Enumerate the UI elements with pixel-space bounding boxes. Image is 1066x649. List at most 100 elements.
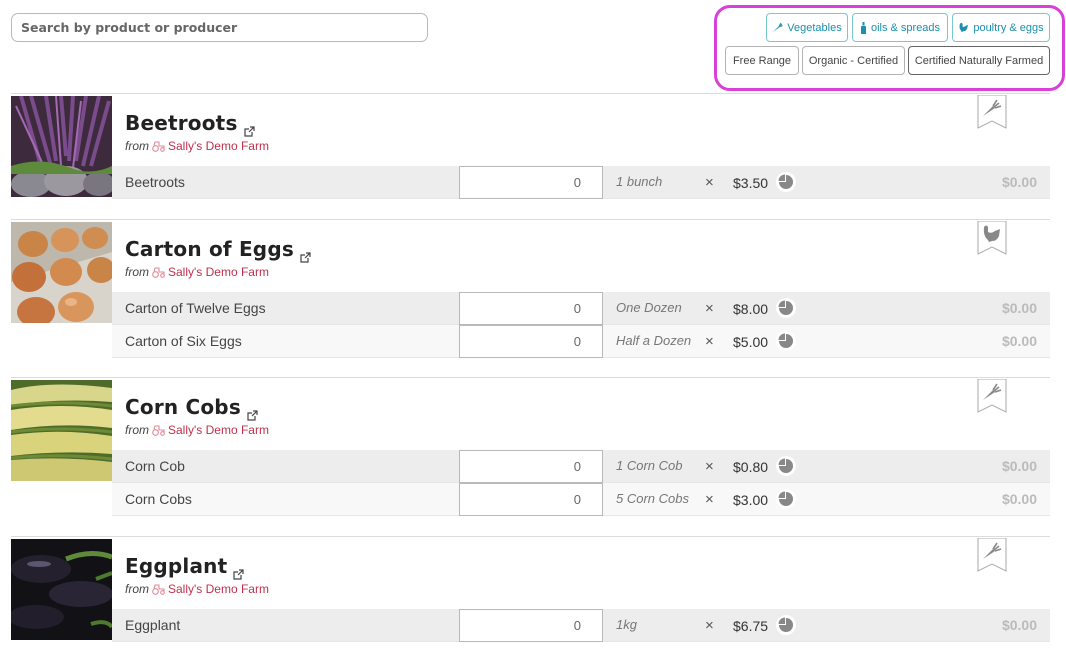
times-symbol: × (705, 333, 714, 350)
product-title[interactable]: Carton of Eggs (125, 237, 311, 263)
price-breakdown-icon[interactable] (776, 615, 796, 635)
product-beetroots: Beetroots from Sally's Demo Farm Beetroo… (11, 93, 1050, 200)
filter-certified-naturally-farmed-button[interactable]: Certified Naturally Farmed (908, 46, 1050, 75)
quantity-input[interactable] (459, 483, 603, 516)
times-symbol: × (705, 491, 714, 508)
external-link-icon[interactable] (300, 244, 311, 263)
variant-row: Carton of Six Eggs Half a Dozen × $5.00 … (112, 325, 1050, 358)
variant-name: Beetroots (125, 174, 185, 190)
product-producer-line: from Sally's Demo Farm (125, 265, 269, 279)
filter-free-range-button[interactable]: Free Range (725, 46, 799, 75)
price-breakdown-icon[interactable] (776, 331, 796, 351)
filter-vegetables-button[interactable]: Vegetables (766, 13, 848, 42)
product-producer-line: from Sally's Demo Farm (125, 139, 269, 153)
external-link-icon[interactable] (243, 118, 255, 137)
line-total: $0.00 (1001, 491, 1037, 507)
price-breakdown-icon[interactable] (776, 456, 796, 476)
producer-link[interactable]: Sally's Demo Farm (168, 265, 269, 279)
quantity-input[interactable] (459, 450, 603, 483)
product-title[interactable]: Beetroots (125, 111, 255, 137)
carrot-icon (977, 378, 1007, 413)
product-name: Eggplant (125, 554, 228, 578)
price-breakdown-icon[interactable] (776, 489, 796, 509)
times-symbol: × (705, 458, 714, 475)
filter-oils-spreads-button[interactable]: oils & spreads (852, 13, 948, 42)
unit-label: 1kg (616, 617, 637, 632)
filter-oils-spreads-label: oils & spreads (870, 21, 941, 34)
from-label: from (125, 139, 149, 153)
product-name: Corn Cobs (125, 395, 241, 419)
carrot-icon (977, 94, 1007, 129)
product-image-beetroots[interactable] (11, 96, 112, 197)
variant-name: Corn Cobs (125, 491, 192, 507)
price-breakdown-icon[interactable] (776, 172, 796, 192)
bottle-icon (860, 21, 867, 34)
product-image-eggplant[interactable] (11, 539, 112, 640)
filter-free-range-label: Free Range (732, 54, 792, 67)
producer-link[interactable]: Sally's Demo Farm (168, 423, 269, 437)
quantity-input[interactable] (459, 166, 603, 199)
quantity-input[interactable] (459, 609, 603, 642)
unit-price: $8.00 (733, 301, 769, 317)
variant-name: Eggplant (125, 617, 181, 633)
line-total: $0.00 (1001, 300, 1037, 316)
unit-price: $5.00 (733, 334, 769, 350)
line-total: $0.00 (1001, 617, 1037, 633)
variant-row: Eggplant 1kg × $6.75 $0.00 (112, 609, 1050, 642)
variant-name: Carton of Twelve Eggs (125, 300, 266, 316)
carrot-icon (977, 537, 1007, 572)
line-total: $0.00 (1001, 333, 1037, 349)
unit-price: $6.75 (733, 618, 769, 634)
times-symbol: × (705, 300, 714, 317)
unit-price: $3.00 (733, 492, 769, 508)
external-link-icon[interactable] (233, 561, 244, 580)
producer-link[interactable]: Sally's Demo Farm (168, 582, 269, 596)
variant-name: Carton of Six Eggs (125, 333, 242, 349)
filter-certified-naturally-farmed-label: Certified Naturally Farmed (914, 54, 1044, 67)
product-image-carton-of-eggs[interactable] (11, 222, 112, 323)
product-name: Beetroots (125, 111, 238, 135)
product-producer-line: from Sally's Demo Farm (125, 582, 269, 596)
filter-panel: Vegetables oils & spreads poultry & eggs… (714, 5, 1065, 91)
filter-vegetables-label: Vegetables (787, 21, 842, 34)
unit-label: One Dozen (616, 300, 682, 315)
product-title[interactable]: Corn Cobs (125, 395, 258, 421)
line-total: $0.00 (1001, 174, 1037, 190)
unit-price: $0.80 (733, 459, 769, 475)
tractor-icon (152, 424, 165, 436)
filter-poultry-eggs-button[interactable]: poultry & eggs (952, 13, 1050, 42)
product-corn-cobs: Corn Cobs from Sally's Demo Farm Corn Co… (11, 377, 1050, 517)
times-symbol: × (705, 174, 714, 191)
times-symbol: × (705, 617, 714, 634)
product-image-corn-cobs[interactable] (11, 380, 112, 481)
unit-label: 5 Corn Cobs (616, 491, 689, 506)
chicken-icon (977, 220, 1007, 255)
unit-label: 1 Corn Cob (616, 458, 683, 473)
product-title[interactable]: Eggplant (125, 554, 244, 580)
filter-organic-certified-button[interactable]: Organic - Certified (802, 46, 905, 75)
line-total: $0.00 (1001, 458, 1037, 474)
chicken-icon (958, 22, 969, 33)
tractor-icon (152, 583, 165, 595)
unit-label: Half a Dozen (616, 333, 692, 348)
product-producer-line: from Sally's Demo Farm (125, 423, 269, 437)
product-name: Carton of Eggs (125, 237, 294, 261)
from-label: from (125, 582, 149, 596)
external-link-icon[interactable] (247, 402, 258, 421)
quantity-input[interactable] (459, 292, 603, 325)
variant-row: Carton of Twelve Eggs One Dozen × $8.00 … (112, 292, 1050, 325)
from-label: from (125, 423, 149, 437)
carrot-icon (772, 22, 784, 33)
price-breakdown-icon[interactable] (776, 298, 796, 318)
product-eggplant: Eggplant from Sally's Demo Farm Eggplant… (11, 536, 1050, 649)
variant-row: Beetroots 1 bunch × $3.50 $0.00 (112, 166, 1050, 199)
unit-label: 1 bunch (616, 174, 663, 189)
filter-poultry-eggs-label: poultry & eggs (973, 21, 1044, 34)
quantity-input[interactable] (459, 325, 603, 358)
variant-row: Corn Cobs 5 Corn Cobs × $3.00 $0.00 (112, 483, 1050, 516)
producer-link[interactable]: Sally's Demo Farm (168, 139, 269, 153)
search-input[interactable] (11, 13, 428, 42)
unit-price: $3.50 (733, 175, 769, 191)
tractor-icon (152, 266, 165, 278)
tractor-icon (152, 140, 165, 152)
